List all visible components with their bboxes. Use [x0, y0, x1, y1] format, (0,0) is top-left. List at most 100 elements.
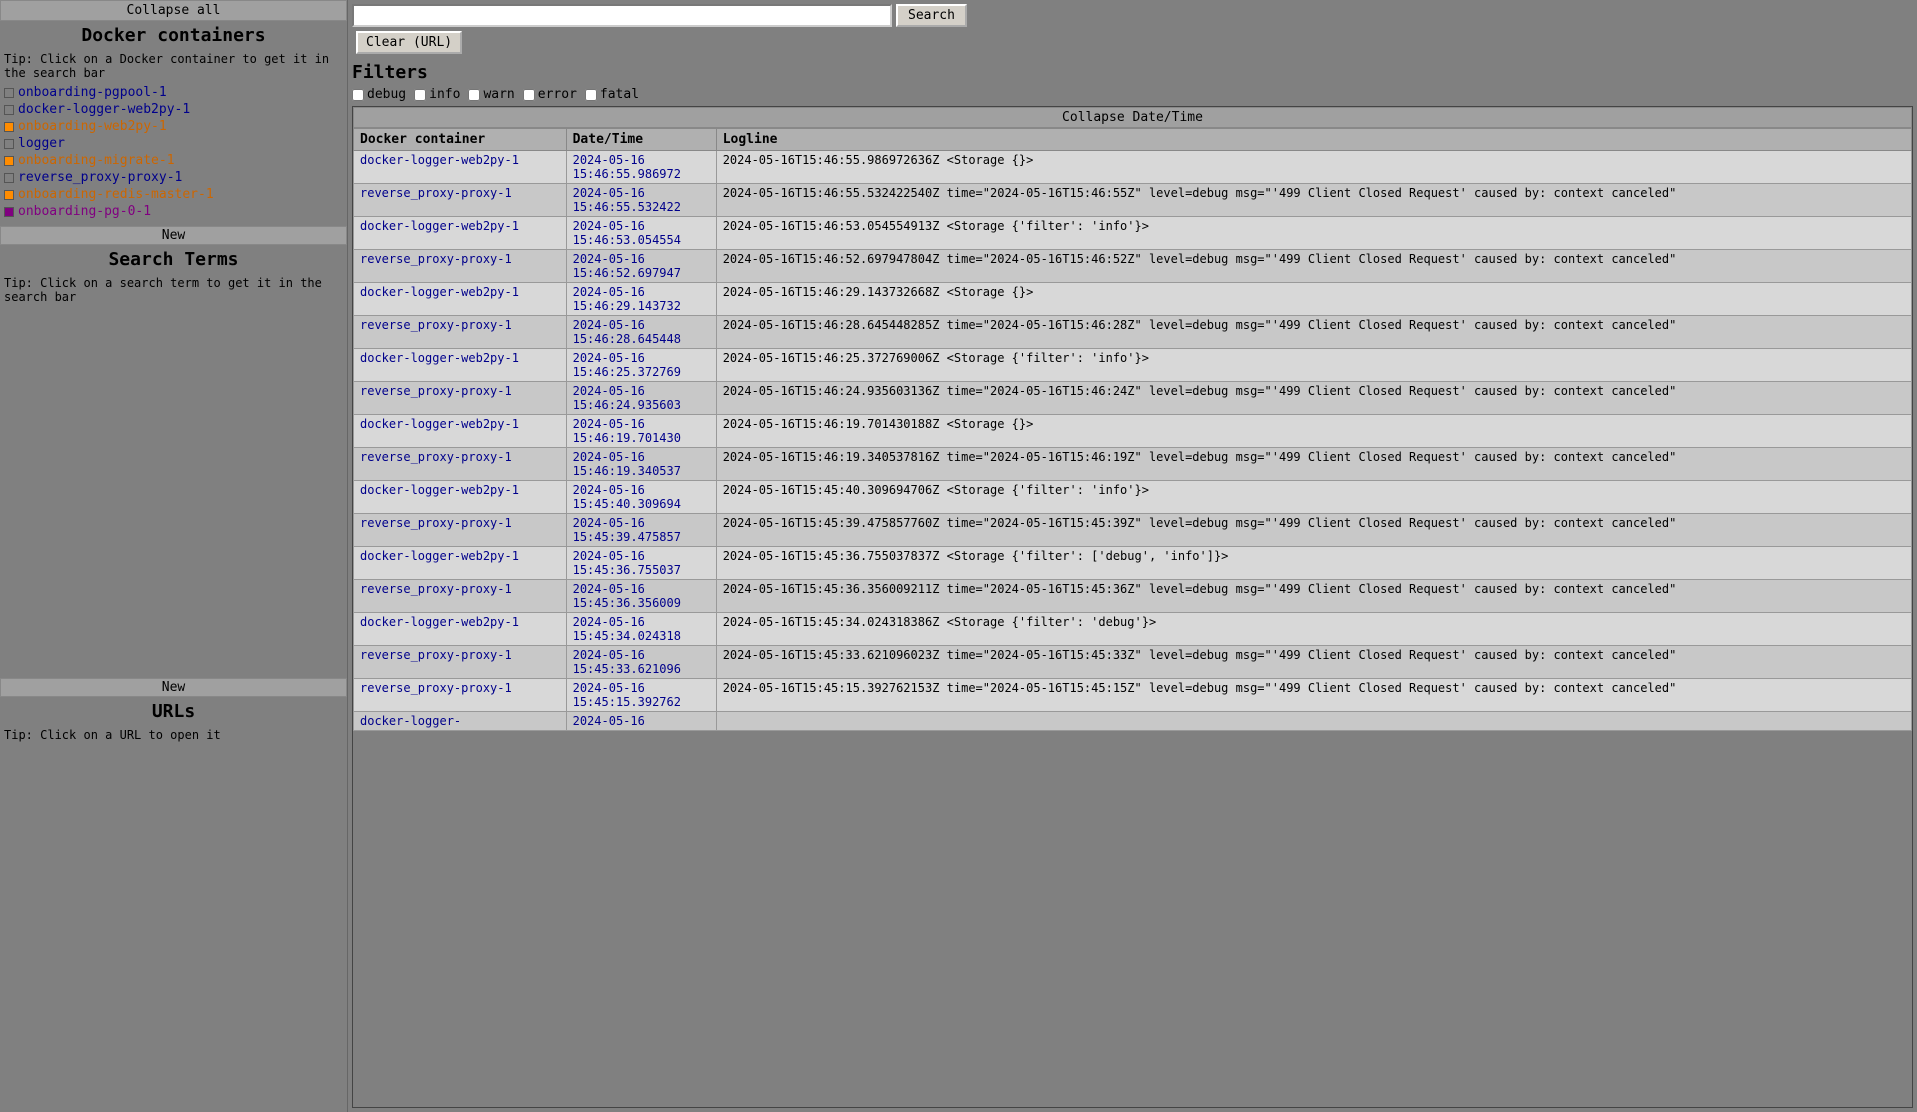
search-terms-tip: Tip: Click on a search term to get it in…	[0, 274, 347, 306]
table-row: reverse_proxy-proxy-12024-05-16 15:46:24…	[354, 382, 1912, 415]
cell-container[interactable]: docker-logger-web2py-1	[354, 349, 567, 382]
cell-container[interactable]: reverse_proxy-proxy-1	[354, 316, 567, 349]
table-row: docker-logger-web2py-12024-05-16 15:45:4…	[354, 481, 1912, 514]
table-row: docker-logger-2024-05-16	[354, 712, 1912, 731]
cell-logline	[716, 712, 1911, 731]
urls-new-button[interactable]: New	[0, 678, 347, 697]
cell-container[interactable]: docker-logger-web2py-1	[354, 613, 567, 646]
cell-logline: 2024-05-16T15:45:33.621096023Z time="202…	[716, 646, 1911, 679]
container-list-item[interactable]: onboarding-pgpool-1	[4, 84, 343, 101]
cell-container[interactable]: reverse_proxy-proxy-1	[354, 514, 567, 547]
filter-checkbox-fatal[interactable]	[585, 89, 597, 101]
filter-checkbox-debug[interactable]	[352, 89, 364, 101]
container-list-item[interactable]: reverse_proxy-proxy-1	[4, 169, 343, 186]
container-link[interactable]: onboarding-web2py-1	[18, 119, 167, 134]
cell-container[interactable]: docker-logger-	[354, 712, 567, 731]
container-list: onboarding-pgpool-1 docker-logger-web2py-…	[0, 82, 347, 222]
filter-checkbox-error[interactable]	[523, 89, 535, 101]
cell-container[interactable]: reverse_proxy-proxy-1	[354, 448, 567, 481]
container-link[interactable]: logger	[18, 136, 65, 151]
filter-checkbox-info[interactable]	[414, 89, 426, 101]
cell-datetime: 2024-05-16 15:46:19.340537	[566, 448, 716, 481]
container-link[interactable]: onboarding-pg-0-1	[18, 204, 151, 219]
cell-container[interactable]: docker-logger-web2py-1	[354, 217, 567, 250]
cell-datetime: 2024-05-16 15:45:34.024318	[566, 613, 716, 646]
table-row: reverse_proxy-proxy-12024-05-16 15:46:55…	[354, 184, 1912, 217]
container-link[interactable]: onboarding-redis-master-1	[18, 187, 214, 202]
clear-url-button[interactable]: Clear (URL)	[356, 31, 462, 54]
urls-tip: Tip: Click on a URL to open it	[0, 726, 347, 744]
log-table-body: docker-logger-web2py-12024-05-16 15:46:5…	[354, 151, 1912, 731]
col-header-logline: Logline	[716, 129, 1911, 151]
filter-item-debug: debug	[352, 87, 406, 102]
container-link[interactable]: docker-logger-web2py-1	[18, 102, 190, 117]
cell-logline: 2024-05-16T15:46:53.054554913Z <Storage …	[716, 217, 1911, 250]
cell-datetime: 2024-05-16 15:45:36.356009	[566, 580, 716, 613]
container-list-item[interactable]: onboarding-pg-0-1	[4, 203, 343, 220]
collapse-datetime-button[interactable]: Collapse Date/Time	[353, 107, 1912, 128]
table-row: reverse_proxy-proxy-12024-05-16 15:45:39…	[354, 514, 1912, 547]
cell-logline: 2024-05-16T15:46:55.986972636Z <Storage …	[716, 151, 1911, 184]
cell-datetime: 2024-05-16 15:46:55.532422	[566, 184, 716, 217]
log-area[interactable]: Collapse Date/Time Docker container Date…	[352, 106, 1913, 1108]
container-color-dot	[4, 156, 14, 166]
cell-datetime: 2024-05-16 15:46:25.372769	[566, 349, 716, 382]
cell-container[interactable]: reverse_proxy-proxy-1	[354, 646, 567, 679]
container-color-dot	[4, 105, 14, 115]
search-terms-new-button[interactable]: New	[0, 226, 347, 245]
container-list-item[interactable]: onboarding-web2py-1	[4, 118, 343, 135]
cell-container[interactable]: reverse_proxy-proxy-1	[354, 382, 567, 415]
search-terms-title: Search Terms	[0, 245, 347, 274]
table-row: docker-logger-web2py-12024-05-16 15:46:1…	[354, 415, 1912, 448]
search-button[interactable]: Search	[896, 4, 967, 27]
cell-container[interactable]: reverse_proxy-proxy-1	[354, 250, 567, 283]
container-list-item[interactable]: logger	[4, 135, 343, 152]
cell-container[interactable]: reverse_proxy-proxy-1	[354, 580, 567, 613]
table-row: docker-logger-web2py-12024-05-16 15:46:2…	[354, 349, 1912, 382]
filters-section: Filters debuginfowarnerrorfatal	[348, 58, 1917, 106]
cell-datetime: 2024-05-16 15:46:28.645448	[566, 316, 716, 349]
container-link[interactable]: reverse_proxy-proxy-1	[18, 170, 182, 185]
container-link[interactable]: onboarding-pgpool-1	[18, 85, 167, 100]
container-list-item[interactable]: docker-logger-web2py-1	[4, 101, 343, 118]
cell-container[interactable]: docker-logger-web2py-1	[354, 481, 567, 514]
table-row: docker-logger-web2py-12024-05-16 15:46:5…	[354, 151, 1912, 184]
docker-tip: Tip: Click on a Docker container to get …	[0, 50, 347, 82]
cell-datetime: 2024-05-16 15:46:53.054554	[566, 217, 716, 250]
log-table-header: Docker container Date/Time Logline	[354, 129, 1912, 151]
docker-containers-title: Docker containers	[0, 21, 347, 50]
cell-datetime: 2024-05-16	[566, 712, 716, 731]
cell-datetime: 2024-05-16 15:46:55.986972	[566, 151, 716, 184]
filter-item-fatal: fatal	[585, 87, 639, 102]
cell-logline: 2024-05-16T15:45:40.309694706Z <Storage …	[716, 481, 1911, 514]
cell-container[interactable]: docker-logger-web2py-1	[354, 547, 567, 580]
filter-label-error: error	[538, 87, 577, 102]
container-color-dot	[4, 190, 14, 200]
cell-container[interactable]: docker-logger-web2py-1	[354, 151, 567, 184]
container-list-item[interactable]: onboarding-redis-master-1	[4, 186, 343, 203]
cell-container[interactable]: reverse_proxy-proxy-1	[354, 679, 567, 712]
cell-container[interactable]: docker-logger-web2py-1	[354, 415, 567, 448]
filter-label-warn: warn	[483, 87, 514, 102]
cell-logline: 2024-05-16T15:45:15.392762153Z time="202…	[716, 679, 1911, 712]
table-row: reverse_proxy-proxy-12024-05-16 15:46:19…	[354, 448, 1912, 481]
cell-container[interactable]: docker-logger-web2py-1	[354, 283, 567, 316]
cell-datetime: 2024-05-16 15:45:40.309694	[566, 481, 716, 514]
cell-datetime: 2024-05-16 15:45:33.621096	[566, 646, 716, 679]
container-link[interactable]: onboarding-migrate-1	[18, 153, 175, 168]
search-input[interactable]	[352, 4, 892, 27]
table-row: reverse_proxy-proxy-12024-05-16 15:45:15…	[354, 679, 1912, 712]
table-row: docker-logger-web2py-12024-05-16 15:45:3…	[354, 547, 1912, 580]
cell-container[interactable]: reverse_proxy-proxy-1	[354, 184, 567, 217]
container-list-item[interactable]: onboarding-migrate-1	[4, 152, 343, 169]
cell-logline: 2024-05-16T15:46:19.340537816Z time="202…	[716, 448, 1911, 481]
sidebar: Collapse all Docker containers Tip: Clic…	[0, 0, 348, 1112]
collapse-all-button[interactable]: Collapse all	[0, 0, 347, 21]
cell-logline: 2024-05-16T15:45:36.356009211Z time="202…	[716, 580, 1911, 613]
cell-logline: 2024-05-16T15:46:29.143732668Z <Storage …	[716, 283, 1911, 316]
container-color-dot	[4, 122, 14, 132]
cell-logline: 2024-05-16T15:46:25.372769006Z <Storage …	[716, 349, 1911, 382]
filter-checkbox-warn[interactable]	[468, 89, 480, 101]
cell-datetime: 2024-05-16 15:45:36.755037	[566, 547, 716, 580]
container-color-dot	[4, 139, 14, 149]
